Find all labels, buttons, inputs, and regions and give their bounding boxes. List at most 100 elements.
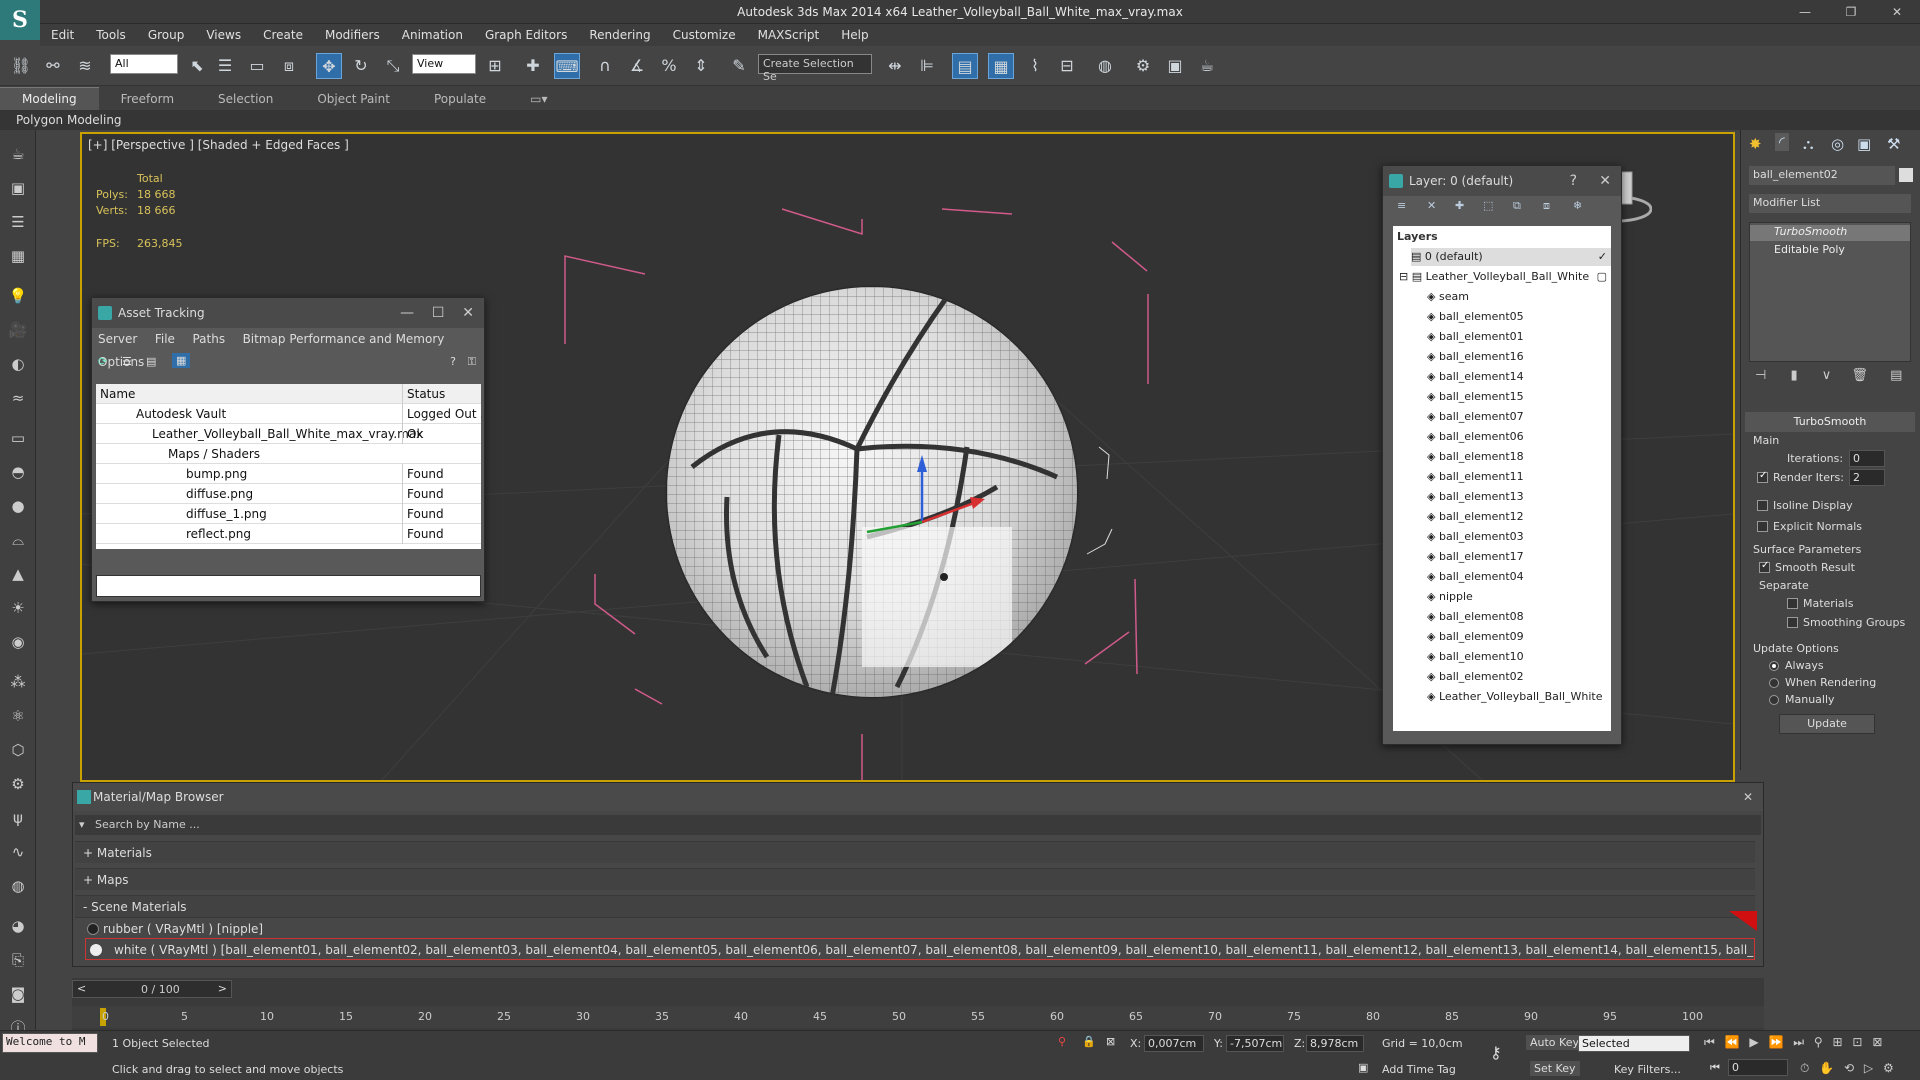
- tab-selection[interactable]: Selection: [196, 88, 295, 110]
- ribbon-options-icon[interactable]: ▭▾: [508, 88, 569, 110]
- list-item[interactable]: ◈ ball_element03: [1427, 528, 1524, 546]
- table-row[interactable]: reflect.png Found: [96, 524, 481, 544]
- layer-toggle-icon[interactable]: ▢: [1597, 268, 1607, 286]
- help-icon[interactable]: ?: [450, 355, 456, 368]
- menu-customize[interactable]: Customize: [662, 28, 747, 42]
- smooth-result-checkbox[interactable]: [1759, 560, 1770, 573]
- select-by-name-icon[interactable]: ☰: [212, 53, 238, 79]
- asset-tracking-titlebar[interactable]: Asset Tracking — ☐ ✕: [92, 298, 484, 328]
- auto-key-button[interactable]: Auto Key: [1526, 1035, 1583, 1050]
- list-item[interactable]: ◈ ball_element13: [1427, 488, 1524, 506]
- list-icon[interactable]: ☰: [6, 210, 30, 234]
- add-icon[interactable]: ✚: [1455, 199, 1464, 212]
- close-icon[interactable]: ? ✕: [1570, 166, 1611, 196]
- dome-icon[interactable]: ⌓: [6, 528, 30, 552]
- asset-menu-bitmap[interactable]: Bitmap Performance and Memory: [243, 332, 445, 346]
- list-item[interactable]: ◈ ball_element06: [1427, 428, 1524, 446]
- add-time-tag[interactable]: Add Time Tag: [1382, 1063, 1456, 1076]
- update-button[interactable]: Update: [1779, 714, 1875, 734]
- menu-tools[interactable]: Tools: [85, 28, 137, 42]
- detail-view-icon[interactable]: ▤: [146, 355, 156, 368]
- list-item[interactable]: ◈ ball_element09: [1427, 628, 1524, 646]
- schematic-view-icon[interactable]: ⊟: [1054, 53, 1080, 79]
- table-view-icon[interactable]: ▦: [172, 353, 191, 368]
- list-item[interactable]: ◈ ball_element07: [1427, 408, 1524, 426]
- close-icon[interactable]: ✕: [1874, 0, 1920, 24]
- mirror-icon[interactable]: ⇹: [882, 53, 908, 79]
- update-manually-radio[interactable]: [1769, 695, 1779, 705]
- list-item[interactable]: ◈ nipple: [1427, 588, 1473, 606]
- wave-icon[interactable]: ∿: [6, 840, 30, 864]
- dynamics-icon[interactable]: ⚛: [6, 704, 30, 728]
- configure-sets-icon[interactable]: ▤: [1890, 368, 1902, 383]
- manipulate-icon[interactable]: ✚: [520, 53, 546, 79]
- globe-icon[interactable]: ◍: [6, 874, 30, 898]
- menu-rendering[interactable]: Rendering: [578, 28, 661, 42]
- table-row[interactable]: Leather_Volleyball_Ball_White_max_vray.m…: [96, 424, 481, 444]
- create-tab-icon[interactable]: ✸: [1749, 135, 1762, 153]
- material-item-white[interactable]: white ( VRayMtl ) [ball_element01, ball_…: [85, 938, 1755, 960]
- material-item-rubber[interactable]: rubber ( VRayMtl ) [nipple]: [75, 917, 1755, 939]
- materials-checkbox[interactable]: [1787, 598, 1798, 609]
- next-frame-icon[interactable]: >: [218, 982, 227, 995]
- absolute-mode-icon[interactable]: ⊠: [1106, 1035, 1115, 1048]
- make-unique-icon[interactable]: ∨: [1822, 368, 1832, 383]
- asset-menu-paths[interactable]: Paths: [192, 332, 225, 346]
- show-end-result-icon[interactable]: ▮: [1790, 368, 1797, 383]
- curve-editor-icon[interactable]: ⌇: [1022, 53, 1048, 79]
- table-row[interactable]: diffuse_1.png Found: [96, 504, 481, 524]
- maps-group[interactable]: + Maps: [75, 868, 1755, 890]
- pivot-center-icon[interactable]: ⊞: [482, 53, 508, 79]
- align-icon[interactable]: ⊫: [914, 53, 940, 79]
- unlink-icon[interactable]: ⚯: [40, 53, 66, 79]
- y-coordinate[interactable]: -7,507cm: [1226, 1035, 1284, 1052]
- prev-frame-icon[interactable]: <: [77, 982, 86, 995]
- gear-icon[interactable]: ⚙: [6, 772, 30, 796]
- next-key-icon[interactable]: ⏩: [1768, 1035, 1783, 1049]
- pin-stack-icon[interactable]: ⊣: [1755, 368, 1766, 383]
- update-always-radio[interactable]: [1769, 661, 1779, 671]
- list-item[interactable]: ◈ ball_element16: [1427, 348, 1524, 366]
- list-item[interactable]: ⊟ ▤ Leather_Volleyball_Ball_White ▢: [1399, 268, 1611, 286]
- render-iters-checkbox[interactable]: [1757, 470, 1768, 483]
- x-coordinate[interactable]: 0,007cm: [1144, 1035, 1204, 1052]
- list-item[interactable]: ▤ 0 (default) ✓: [1411, 248, 1611, 266]
- spacewarp-icon[interactable]: ≈: [6, 386, 30, 410]
- prev-key-icon[interactable]: ⏪: [1725, 1035, 1740, 1049]
- refresh-icon[interactable]: ⟳: [98, 355, 107, 368]
- script-icon[interactable]: ⎘: [6, 948, 30, 972]
- menu-views[interactable]: Views: [195, 28, 252, 42]
- hemisphere-icon[interactable]: ◓: [6, 460, 30, 484]
- menu-animation[interactable]: Animation: [391, 28, 474, 42]
- keyboard-shortcut-icon[interactable]: ⌨: [554, 53, 580, 79]
- link-icon[interactable]: ⛓: [8, 53, 34, 79]
- orbit-icon[interactable]: ⟲: [1844, 1061, 1854, 1075]
- maximize-viewport-icon[interactable]: ⊠: [1872, 1035, 1882, 1049]
- percent-snap-icon[interactable]: %: [656, 53, 682, 79]
- list-item[interactable]: ◈ ball_element04: [1427, 568, 1524, 586]
- walkthrough-icon[interactable]: ⚙: [1883, 1061, 1894, 1075]
- rendered-frame-window-icon[interactable]: ▣: [1162, 53, 1188, 79]
- menu-modifiers[interactable]: Modifiers: [314, 28, 391, 42]
- rect-selection-icon[interactable]: ▭: [244, 53, 270, 79]
- minimize-icon[interactable]: —: [1782, 0, 1828, 24]
- restore-icon[interactable]: ❐: [1828, 0, 1874, 24]
- list-item[interactable]: ◈ ball_element12: [1427, 508, 1524, 526]
- volleyball-model[interactable]: [667, 287, 1077, 697]
- list-item[interactable]: ◈ ball_element02: [1427, 668, 1524, 686]
- rotate-icon[interactable]: ↻: [348, 53, 374, 79]
- teapot-icon[interactable]: ☕: [6, 142, 30, 166]
- smoothing-groups-checkbox[interactable]: [1787, 617, 1798, 628]
- object-name-input[interactable]: ball_element02: [1749, 166, 1895, 185]
- close-icon[interactable]: — ☐ ✕: [400, 298, 474, 328]
- scene-materials-group[interactable]: - Scene Materials: [75, 895, 1755, 917]
- selection-filter-dropdown[interactable]: All: [110, 54, 178, 74]
- render-icon[interactable]: ▣: [6, 176, 30, 200]
- list-item[interactable]: ◈ ball_element01: [1427, 328, 1524, 346]
- scale-icon[interactable]: ⤡: [380, 53, 406, 79]
- stack-item-turbosmooth[interactable]: TurboSmooth: [1750, 225, 1910, 241]
- hair-icon[interactable]: ψ: [6, 806, 30, 830]
- goto-end-icon[interactable]: ⏭: [1793, 1035, 1804, 1049]
- highlight-icon[interactable]: ⧉: [1513, 199, 1521, 213]
- named-selection-dropdown[interactable]: Create Selection Se: [758, 54, 872, 83]
